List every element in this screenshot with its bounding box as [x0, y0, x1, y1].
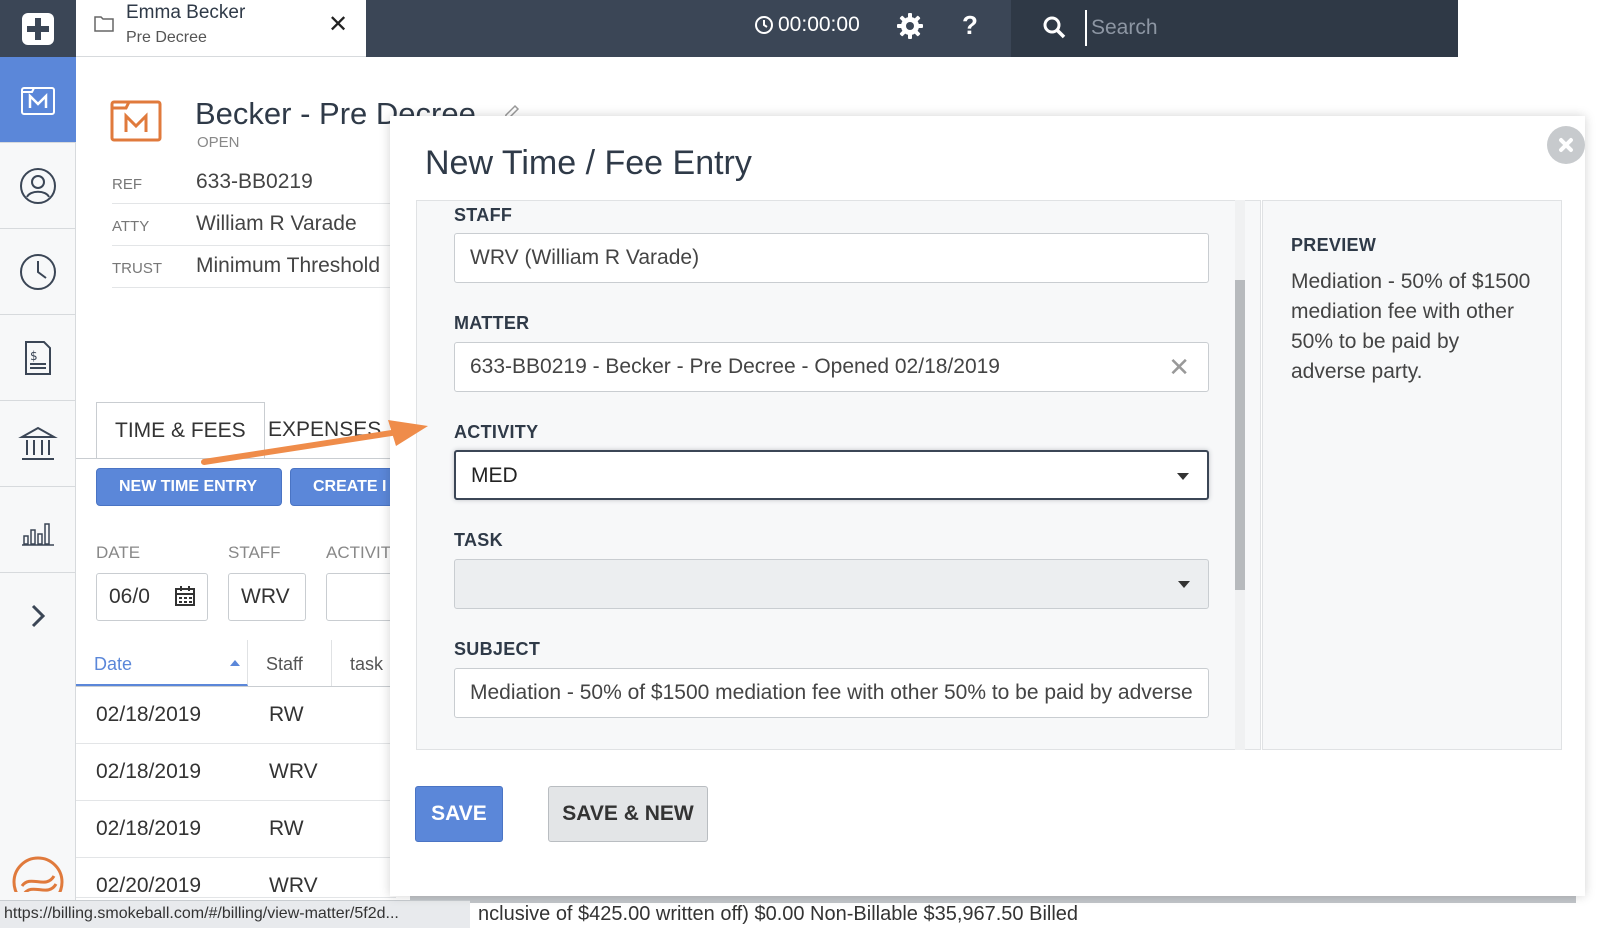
sidebar-item-billing[interactable]: $: [0, 315, 76, 401]
column-header-staff[interactable]: Staff: [248, 640, 332, 686]
left-sidebar: $: [0, 0, 76, 928]
plus-icon: [22, 12, 54, 45]
cell-date: 02/18/2019: [96, 760, 202, 783]
subject-field[interactable]: Mediation - 50% of $1500 mediation fee w…: [454, 668, 1209, 718]
invoice-icon: $: [25, 340, 51, 375]
sidebar-item-time[interactable]: [0, 229, 76, 315]
table-row[interactable]: 02/18/2019 WRV: [76, 744, 396, 801]
detail-label: TRUST: [112, 260, 162, 277]
detail-row-trust: TRUST Minimum Threshold: [112, 248, 390, 288]
chart-icon: [22, 522, 54, 546]
activity-label: ACTIVITY: [454, 422, 539, 442]
close-tab-button[interactable]: ✕: [328, 10, 348, 39]
svg-text:$: $: [30, 349, 38, 363]
matter-tab-name: Emma Becker: [126, 2, 246, 23]
detail-row-atty: ATTY William R Varade: [112, 206, 390, 246]
column-header-date[interactable]: Date: [76, 640, 248, 686]
search-bar: [1011, 0, 1458, 57]
activity-filter-label: ACTIVIT: [326, 543, 392, 562]
table-row[interactable]: 02/18/2019 RW: [76, 687, 396, 744]
cell-date: 02/18/2019: [96, 703, 202, 726]
table-row[interactable]: 02/18/2019 RW: [76, 801, 396, 858]
horizontal-scrollbar[interactable]: [410, 896, 1576, 903]
preview-text: Mediation - 50% of $1500 mediation fee w…: [1291, 270, 1531, 383]
save-button[interactable]: SAVE: [415, 786, 503, 842]
sort-ascending-icon: [230, 660, 240, 666]
detail-value: Minimum Threshold: [196, 254, 381, 277]
new-button[interactable]: [0, 0, 76, 57]
detail-value: William R Varade: [196, 212, 357, 235]
matter-field[interactable]: 633-BB0219 - Becker - Pre Decree - Opene…: [454, 342, 1209, 392]
scroll-thumb[interactable]: [1235, 280, 1245, 590]
staff-field[interactable]: WRV (William R Varade): [454, 233, 1209, 283]
cell-date: 02/20/2019: [96, 874, 202, 897]
bank-icon: [18, 426, 58, 460]
billing-summary: nclusive of $425.00 written off) $0.00 N…: [478, 903, 1079, 925]
sidebar-item-accounts[interactable]: [0, 401, 76, 487]
search-input[interactable]: [1085, 10, 1445, 46]
folder-icon: [94, 16, 114, 32]
cell-date: 02/18/2019: [96, 817, 202, 840]
chevron-right-icon: [31, 604, 46, 628]
stopwatch-icon: [755, 16, 773, 34]
matter-label: MATTER: [454, 313, 530, 333]
sidebar-item-reports[interactable]: [0, 487, 76, 573]
activity-dropdown[interactable]: MED: [454, 450, 1209, 500]
task-label: TASK: [454, 530, 503, 550]
matter-field-value: 633-BB0219 - Becker - Pre Decree - Opene…: [470, 355, 1000, 378]
status-url: https://billing.smokeball.com/#/billing/…: [0, 900, 470, 928]
time-fee-entry-modal: New Time / Fee Entry STAFF WRV (William …: [390, 116, 1585, 896]
staff-filter-label: STAFF: [228, 543, 281, 562]
save-and-new-button[interactable]: SAVE & NEW: [548, 786, 708, 842]
top-bar: 00:00:00 ?: [366, 0, 1458, 57]
preview-label: PREVIEW: [1291, 235, 1377, 255]
cell-staff: WRV: [269, 760, 318, 783]
timer-value: 00:00:00: [778, 13, 860, 36]
subject-label: SUBJECT: [454, 639, 541, 659]
calendar-icon[interactable]: [174, 585, 196, 607]
clear-matter-button[interactable]: ✕: [1168, 352, 1190, 383]
matter-icon: [21, 86, 55, 115]
cell-staff: RW: [269, 703, 304, 726]
timer[interactable]: 00:00:00: [754, 13, 860, 37]
caret-down-icon: [1178, 581, 1190, 588]
sidebar-expand-button[interactable]: [0, 573, 76, 659]
annotation-arrow: [201, 420, 428, 465]
clock-icon: [20, 253, 56, 290]
modal-close-button[interactable]: [1547, 126, 1585, 164]
detail-value: 633-BB0219: [196, 170, 313, 193]
cell-staff: RW: [269, 817, 304, 840]
matter-status: OPEN: [197, 134, 240, 151]
entry-form: STAFF WRV (William R Varade) MATTER 633-…: [416, 200, 1261, 750]
matter-icon: [110, 100, 162, 142]
activity-dropdown-value: MED: [471, 464, 518, 487]
sidebar-item-matters[interactable]: [0, 57, 76, 143]
table-row[interactable]: 02/20/2019 WRV: [76, 858, 396, 898]
search-icon: [1043, 16, 1066, 39]
detail-label: REF: [112, 176, 142, 193]
form-scrollbar[interactable]: [1235, 200, 1245, 750]
date-filter-label: DATE: [96, 543, 141, 562]
gear-icon[interactable]: [896, 12, 924, 40]
caret-down-icon: [1177, 473, 1189, 480]
preview-panel: PREVIEW Mediation - 50% of $1500 mediati…: [1262, 200, 1562, 750]
cell-staff: WRV: [269, 874, 318, 897]
open-matter-tab[interactable]: Emma Becker Pre Decree ✕: [76, 0, 366, 57]
sidebar-item-contacts[interactable]: [0, 143, 76, 229]
help-button[interactable]: ?: [962, 10, 978, 41]
staff-label: STAFF: [454, 205, 513, 225]
detail-label: ATTY: [112, 218, 150, 235]
matter-tab-subtitle: Pre Decree: [126, 29, 207, 46]
staff-filter-input[interactable]: WRV: [228, 573, 306, 621]
task-dropdown[interactable]: [454, 559, 1209, 609]
contact-icon: [20, 167, 56, 204]
detail-row-ref: REF 633-BB0219: [112, 164, 390, 204]
modal-title: New Time / Fee Entry: [425, 144, 752, 182]
brand-logo: [8, 852, 68, 892]
